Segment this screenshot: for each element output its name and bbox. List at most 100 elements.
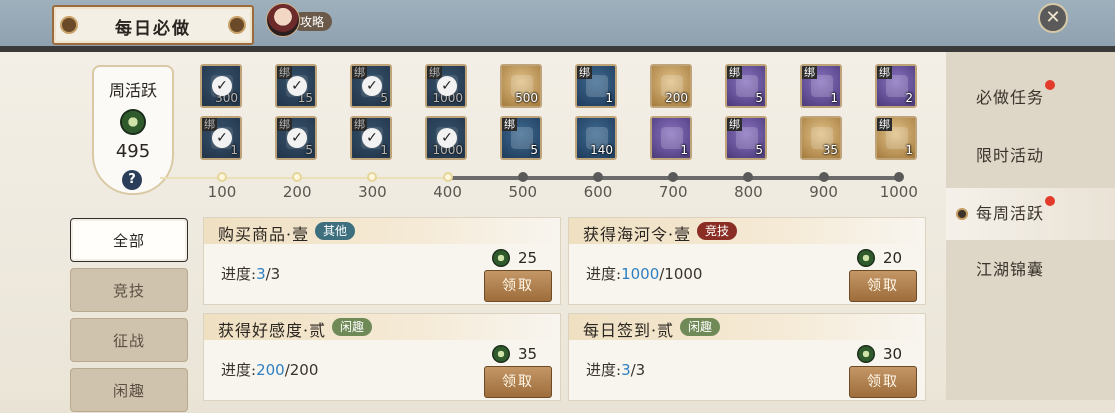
check-icon: ✓	[362, 128, 382, 148]
task-title: 购买商品·壹	[218, 225, 310, 244]
bound-label: 绑	[202, 118, 217, 131]
reward-quantity: 200	[665, 91, 688, 105]
bound-label: 绑	[727, 66, 742, 79]
activity-title: 周活跃	[108, 81, 157, 100]
reward-quantity: 5	[755, 91, 763, 105]
sidebar-item-label: 江湖锦囊	[976, 260, 1045, 279]
selected-marker-icon	[956, 208, 968, 220]
task-points: 25	[518, 249, 538, 267]
weekly-activity-badge: 周活跃 495 ?	[92, 65, 174, 195]
jade-icon	[120, 109, 146, 135]
reward-slot[interactable]: 绑 5 ✓	[350, 64, 392, 108]
sidebar-item[interactable]: 每周活跃	[946, 188, 1115, 240]
category-tab[interactable]: 闲趣	[70, 368, 188, 412]
bound-label: 绑	[877, 66, 892, 79]
reward-slot[interactable]: 绑 1 ✓	[200, 116, 242, 160]
reward-quantity: 1	[905, 143, 913, 157]
sidebar-item[interactable]: 限时活动	[946, 130, 1115, 182]
jade-icon	[857, 249, 875, 267]
reward-slot[interactable]: 绑2	[875, 64, 917, 108]
check-icon: ✓	[212, 76, 232, 96]
task-progress: 进度:3/3	[586, 359, 645, 380]
task-card: 获得海河令·壹 竞技 进度:1000/1000 20 领取	[568, 217, 926, 305]
progress-current: 3	[621, 361, 631, 379]
milestone-dot	[893, 172, 904, 182]
reward-slot[interactable]: 绑 1000 ✓	[425, 64, 467, 108]
reward-quantity: 1	[605, 91, 613, 105]
milestone-label: 800	[734, 183, 763, 201]
milestone-dot	[442, 172, 453, 182]
milestone-dot	[217, 172, 227, 182]
reward-slot[interactable]: 500	[500, 64, 542, 108]
bound-label: 绑	[427, 66, 442, 79]
task-category-tag: 闲趣	[680, 318, 721, 336]
reward-slot[interactable]: 300 ✓	[200, 64, 242, 108]
jade-icon	[857, 345, 875, 363]
reward-quantity: 1	[380, 143, 388, 157]
claim-button[interactable]: 领取	[484, 270, 552, 302]
reward-slot[interactable]: 绑1	[800, 64, 842, 108]
reward-slot[interactable]: 1000 ✓	[425, 116, 467, 160]
progress-total: /3	[265, 265, 281, 283]
progress-label: 进度:	[221, 265, 257, 283]
reward-slot[interactable]: 绑 1 ✓	[350, 116, 392, 160]
reward-slot[interactable]: 绑1	[875, 116, 917, 160]
reward-slot[interactable]: 绑5	[725, 116, 767, 160]
claim-button[interactable]: 领取	[849, 366, 917, 398]
task-title: 获得海河令·壹	[583, 225, 692, 244]
task-card: 每日签到·贰 闲趣 进度:3/3 30 领取	[568, 313, 926, 401]
reward-quantity: 2	[905, 91, 913, 105]
guide-button[interactable]: 攻略	[266, 3, 336, 37]
reward-quantity: 5	[305, 143, 313, 157]
bound-label: 绑	[727, 118, 742, 131]
close-button[interactable]: ✕	[1038, 3, 1068, 33]
claim-button[interactable]: 领取	[484, 366, 552, 398]
milestone-label: 700	[658, 183, 688, 201]
bound-label: 绑	[577, 66, 592, 79]
reward-slot[interactable]: 35	[800, 116, 842, 160]
milestone-label: 300	[358, 183, 387, 201]
progress-track-fill	[160, 177, 450, 179]
notification-dot-icon	[1045, 196, 1055, 206]
reward-slot[interactable]: 绑 5 ✓	[275, 116, 317, 160]
bound-label: 绑	[802, 66, 817, 79]
milestone-label: 100	[207, 183, 237, 201]
guide-avatar	[266, 3, 300, 37]
check-icon: ✓	[287, 128, 307, 148]
reward-slot[interactable]: 绑 15 ✓	[275, 64, 317, 108]
sidebar-item-label: 必做任务	[976, 88, 1045, 107]
reward-slot[interactable]: 200	[650, 64, 692, 108]
reward-quantity: 1	[830, 91, 838, 105]
progress-current: 200	[256, 361, 285, 379]
check-icon: ✓	[362, 76, 382, 96]
task-progress: 进度:200/200	[221, 359, 318, 380]
progress-total: /200	[284, 361, 319, 379]
reward-quantity: 140	[590, 143, 613, 157]
category-tab[interactable]: 征战	[70, 318, 188, 362]
reward-slot[interactable]: 绑5	[725, 64, 767, 108]
check-icon: ✓	[437, 76, 457, 96]
category-tab[interactable]: 全部	[70, 218, 188, 262]
reward-quantity: 1	[230, 143, 238, 157]
reward-slot[interactable]: 绑5	[500, 116, 542, 160]
jade-icon	[492, 345, 510, 363]
sidebar-item[interactable]: 江湖锦囊	[946, 244, 1115, 296]
reward-slot[interactable]: 绑1	[575, 64, 617, 108]
task-card: 购买商品·壹 其他 进度:3/3 25 领取	[203, 217, 561, 305]
reward-quantity: 5	[755, 143, 763, 157]
reward-slot[interactable]: 1	[650, 116, 692, 160]
page-title: 每日必做	[115, 19, 191, 39]
bound-label: 绑	[352, 66, 367, 79]
category-tab[interactable]: 竞技	[70, 268, 188, 312]
help-icon[interactable]: ?	[122, 170, 142, 190]
progress-total: /3	[630, 361, 646, 379]
task-title: 获得好感度·贰	[218, 321, 327, 340]
reward-slot[interactable]: 140	[575, 116, 617, 160]
progress-label: 进度:	[221, 361, 257, 379]
check-icon: ✓	[437, 128, 457, 148]
claim-button[interactable]: 领取	[849, 270, 917, 302]
sidebar-item[interactable]: 必做任务	[946, 72, 1115, 124]
milestone-label: 900	[809, 183, 838, 201]
reward-quantity: 35	[822, 143, 838, 157]
reward-quantity: 1	[680, 143, 688, 157]
